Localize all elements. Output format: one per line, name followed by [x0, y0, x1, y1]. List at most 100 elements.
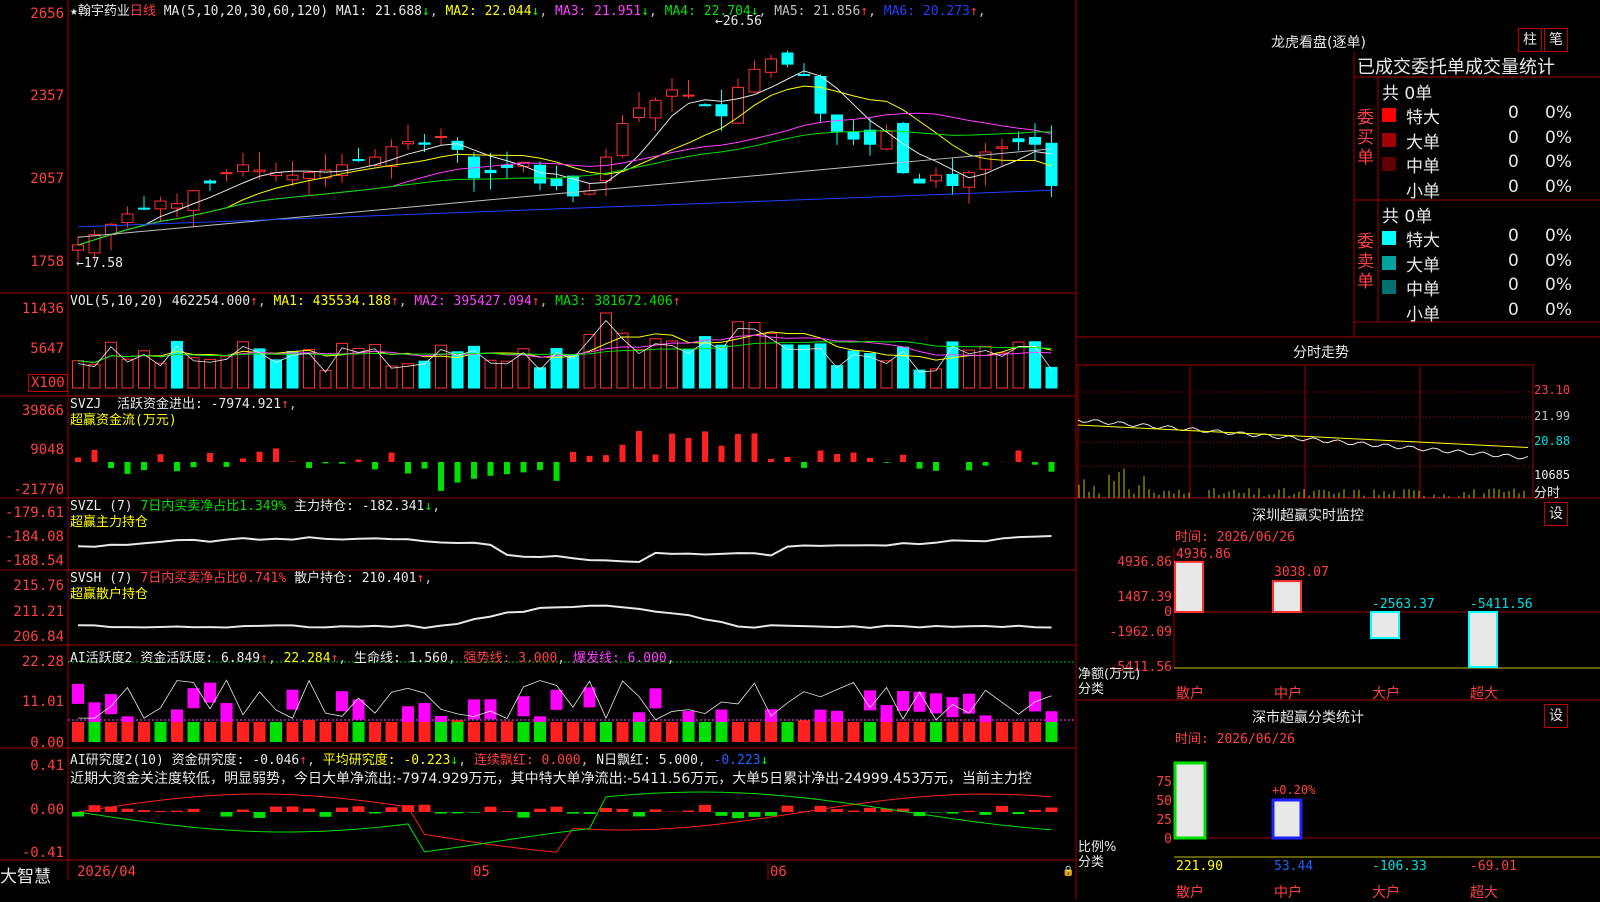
svzj-axis-label: -21770	[2, 482, 64, 498]
row-label: 小单	[1406, 177, 1440, 202]
classify-value: 53.44	[1274, 859, 1313, 874]
monitor-time: 时间: 2026/06/26	[1175, 526, 1295, 545]
fund-flow-bar	[801, 462, 807, 468]
volume-bar	[947, 342, 958, 388]
ma-header: ★翰宇药业日线 MA(5,10,20,30,60,120) MA1: 21.68…	[70, 0, 986, 19]
vol-axis-label: 11436	[2, 301, 64, 317]
classify-bar	[1273, 800, 1301, 838]
svzl-header: SVZL (7) 7日内买卖净占比1.349% 主力持仓: -182.341↓,…	[70, 499, 440, 531]
activity-base	[584, 722, 596, 742]
candle-body	[485, 170, 496, 172]
volume-bar	[617, 333, 628, 388]
classify-category: 散户	[1176, 882, 1204, 902]
research-bar	[237, 810, 249, 812]
volume-bar	[205, 359, 216, 388]
date-label: 2026/04	[77, 864, 136, 880]
monitor-settings-button[interactable]: 设	[1544, 502, 1568, 526]
candle-body	[683, 95, 694, 96]
activity-bar	[947, 697, 959, 717]
activity-bar	[485, 699, 497, 719]
svsh-axis-label: 206.84	[2, 629, 64, 645]
fund-flow-bar	[141, 462, 147, 470]
buy-total: 共 0单	[1382, 79, 1432, 104]
activity-base	[699, 722, 711, 742]
bar-mode-button[interactable]: 柱	[1518, 28, 1542, 52]
research-avg-line	[78, 792, 1052, 852]
ai-research-header: AI研究度2(10) 资金研究度: -0.046↑, 平均研究度: -0.223…	[70, 749, 768, 768]
activity-base	[72, 722, 84, 742]
vol-unit-badge[interactable]: X100	[28, 374, 68, 392]
svzl-axis-label: -179.61	[2, 505, 64, 521]
research-bar	[551, 807, 563, 812]
period-label[interactable]: 日线	[130, 4, 156, 19]
intraday-title[interactable]: 分时走势	[1293, 342, 1349, 362]
row-pct: 0%	[1545, 226, 1572, 246]
research-bar	[468, 812, 480, 813]
tick-mode-button[interactable]: 笔	[1544, 28, 1568, 52]
activity-base	[716, 722, 728, 742]
ai1-axis-label: 22.28	[2, 654, 64, 670]
candle-body	[188, 191, 199, 211]
activity-base	[518, 722, 530, 742]
research-bar	[996, 806, 1008, 812]
fund-flow-bar	[587, 456, 593, 462]
activity-base	[105, 722, 117, 742]
monitor-axis-label: 4936.86	[1080, 555, 1172, 570]
monitor-axis-label: -1962.09	[1080, 625, 1172, 640]
row-label: 中单	[1406, 152, 1440, 177]
activity-base	[567, 722, 579, 742]
stock-name[interactable]: 翰宇药业	[78, 4, 130, 19]
monitor-bar	[1371, 612, 1399, 638]
activity-base	[881, 722, 893, 742]
research-bar	[287, 806, 299, 812]
fund-flow-bar	[488, 462, 494, 476]
candle-body	[716, 105, 727, 116]
fund-flow-bar	[339, 462, 345, 464]
fund-flow-bar	[92, 450, 98, 462]
row-label: 特大	[1406, 103, 1440, 128]
volume-bar	[716, 345, 727, 388]
activity-base	[600, 722, 612, 742]
fund-flow-bar	[323, 462, 329, 463]
intraday-axis-label: 20.88	[1534, 434, 1570, 448]
candle-body	[122, 214, 133, 222]
candle-body	[436, 136, 447, 137]
candle-body	[700, 105, 711, 106]
research-bar	[732, 812, 744, 818]
research-bar	[699, 805, 711, 812]
activity-base	[122, 722, 134, 742]
row-count: 0	[1508, 152, 1519, 172]
research-bar	[419, 805, 431, 812]
research-bar	[963, 811, 975, 812]
activity-bar	[336, 691, 348, 711]
activity-base	[930, 722, 942, 742]
candle-body	[89, 235, 100, 253]
candle-body	[551, 179, 562, 185]
volume-bar	[419, 361, 430, 388]
fund-flow-bar	[851, 453, 857, 462]
activity-base	[683, 722, 695, 742]
fund-flow-bar	[108, 462, 114, 468]
retail-line	[78, 606, 1052, 628]
candle-body	[304, 173, 315, 179]
activity-base	[782, 722, 794, 742]
activity-base	[89, 722, 101, 742]
candle-body	[650, 100, 661, 118]
intraday-unit: 分时	[1534, 482, 1560, 501]
volume-bar	[848, 351, 859, 388]
research-bar	[254, 812, 266, 818]
app-logo[interactable]: 大智慧	[0, 862, 68, 887]
lock-icon[interactable]: 🔒	[1062, 866, 1074, 877]
research-bar	[501, 811, 513, 812]
activity-base	[188, 722, 200, 742]
activity-base	[1029, 722, 1041, 742]
classify-settings-button[interactable]: 设	[1544, 704, 1568, 728]
candle-body	[898, 123, 909, 172]
volume-bar	[172, 341, 183, 388]
research-bar	[765, 812, 777, 816]
favorite-star-icon[interactable]: ★	[70, 4, 78, 19]
svzj-axis-label: 39866	[2, 403, 64, 419]
activity-bar	[188, 688, 200, 708]
fund-flow-bar	[273, 448, 279, 462]
activity-bar	[518, 696, 530, 716]
